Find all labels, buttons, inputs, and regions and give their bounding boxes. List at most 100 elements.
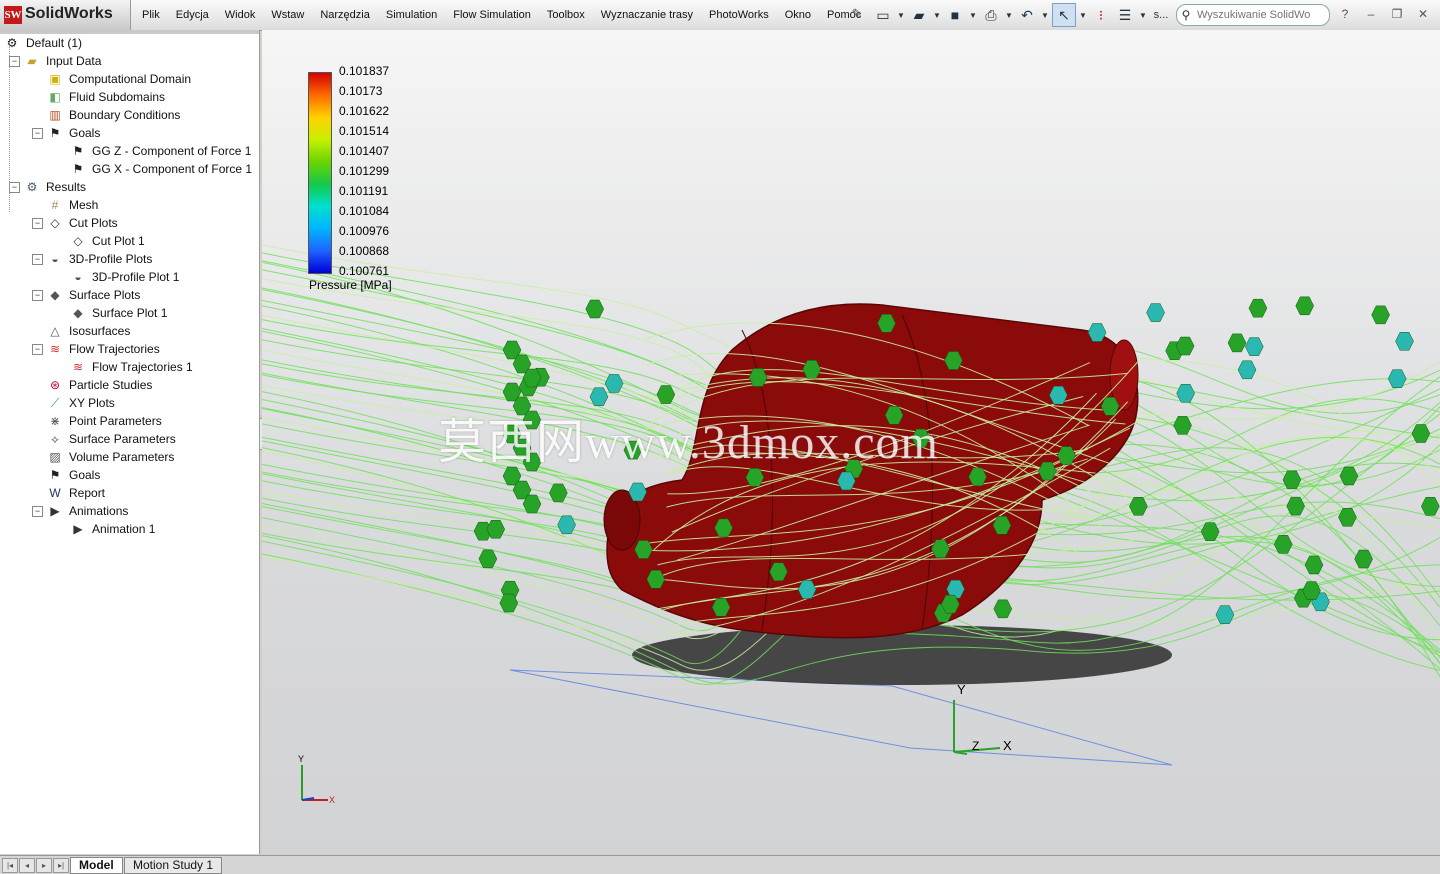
tree-item[interactable]: − ▰ Input Data: [9, 52, 101, 70]
toolbar-overflow[interactable]: s...: [1150, 4, 1172, 26]
tree-item-label: Goals: [69, 126, 101, 140]
tree-item[interactable]: ⟋ XY Plots: [47, 394, 115, 412]
tree-item[interactable]: ▣ Computational Domain: [47, 70, 191, 88]
open-folder-icon[interactable]: ▰: [908, 4, 930, 26]
animation-icon: ▶: [73, 522, 83, 536]
menu-item-3[interactable]: Wstaw: [263, 0, 312, 30]
prev-tab-icon[interactable]: ◂: [19, 858, 35, 873]
chevron-down-icon[interactable]: ▼: [1004, 4, 1014, 26]
tree-item[interactable]: ◆ Surface Plot 1: [70, 304, 167, 322]
menu-item-5[interactable]: Simulation: [378, 0, 445, 30]
help-icon[interactable]: ?: [1334, 4, 1356, 24]
traffic-light-icon[interactable]: ⁝: [1090, 4, 1112, 26]
tree-item[interactable]: ◧ Fluid Subdomains: [47, 88, 165, 106]
pin-icon[interactable]: ✎: [848, 6, 866, 24]
chevron-down-icon[interactable]: ▼: [1138, 4, 1148, 26]
tree-root-label: Default (1): [26, 36, 83, 50]
tree-item[interactable]: − ▶ Animations: [32, 502, 128, 520]
solidworks-logo-icon: SW: [4, 6, 22, 24]
print-icon[interactable]: ⎙: [980, 4, 1002, 26]
menu-item-7[interactable]: Toolbox: [539, 0, 593, 30]
tree-item[interactable]: − ◒ 3D-Profile Plots: [32, 250, 152, 268]
chevron-down-icon[interactable]: ▼: [1040, 4, 1050, 26]
menu-item-8[interactable]: Wyznaczanie trasy: [593, 0, 701, 30]
search-input[interactable]: [1195, 8, 1317, 22]
tree-item[interactable]: − ◆ Surface Plots: [32, 286, 140, 304]
trajectory-marker: [1338, 508, 1357, 527]
tree-item[interactable]: ⋇ Point Parameters: [47, 412, 162, 430]
tree-item[interactable]: W Report: [47, 484, 105, 502]
tree-item[interactable]: ≋ Flow Trajectories 1: [70, 358, 193, 376]
tree-item[interactable]: ⟡ Surface Parameters: [47, 430, 176, 448]
tree-root[interactable]: ⚙ Default (1): [4, 34, 82, 52]
collapse-icon[interactable]: −: [32, 290, 43, 301]
trajectory-marker: [1176, 384, 1195, 403]
menu-item-4[interactable]: Narzędzia: [312, 0, 378, 30]
search-box[interactable]: ⚲: [1176, 4, 1330, 26]
menu-item-6[interactable]: Flow Simulation: [445, 0, 539, 30]
menu-item-10[interactable]: Okno: [777, 0, 819, 30]
collapse-icon[interactable]: −: [32, 254, 43, 265]
menu-item-9[interactable]: PhotoWorks: [701, 0, 777, 30]
collapse-icon[interactable]: −: [32, 128, 43, 139]
select-arrow-icon[interactable]: ↖: [1052, 3, 1076, 27]
chevron-down-icon[interactable]: ▼: [1078, 4, 1088, 26]
collapse-icon[interactable]: −: [32, 506, 43, 517]
axis-label-z: Z: [972, 739, 979, 753]
trajectory-marker: [1237, 360, 1257, 380]
tree-item-label: Goals: [69, 468, 101, 482]
close-icon[interactable]: ✕: [1412, 4, 1434, 24]
report-icon: W: [49, 486, 61, 500]
tree-item[interactable]: ⚑ GG X - Component of Force 1: [70, 160, 252, 178]
tree-item[interactable]: − ≋ Flow Trajectories: [32, 340, 160, 358]
menu-item-0[interactable]: Plik: [134, 0, 168, 30]
legend-title: Pressure [MPa]: [309, 278, 392, 292]
undo-icon[interactable]: ↶: [1016, 4, 1038, 26]
chevron-down-icon[interactable]: ▼: [932, 4, 942, 26]
color-scale-bar: [308, 72, 332, 274]
new-document-icon[interactable]: ▭: [872, 4, 894, 26]
first-tab-icon[interactable]: |◂: [2, 858, 18, 873]
save-icon[interactable]: ■: [944, 4, 966, 26]
tree-item[interactable]: # Mesh: [47, 196, 99, 214]
tree-item[interactable]: − ⚙ Results: [9, 178, 87, 196]
tree-item[interactable]: − ◇ Cut Plots: [32, 214, 118, 232]
tree-item-label: Point Parameters: [69, 414, 162, 428]
trajectory-marker: [1421, 497, 1440, 516]
checkered-flag-icon: ⚑: [72, 162, 84, 176]
results-icon: ⚙: [26, 180, 38, 194]
tree-item[interactable]: ▨ Volume Parameters: [47, 448, 174, 466]
options-icon[interactable]: ☰: [1114, 4, 1136, 26]
tree-item[interactable]: ◒ 3D-Profile Plot 1: [70, 268, 179, 286]
subdomain-icon: ◧: [49, 90, 61, 104]
tree-item[interactable]: ◇ Cut Plot 1: [70, 232, 144, 250]
folder-icon: ▰: [27, 54, 37, 68]
graphics-area[interactable]: Y Z X Y X 0.101837 0.10173 0.101622 0.101514 0.1…: [262, 30, 1440, 854]
collapse-icon[interactable]: −: [32, 344, 43, 355]
tree-item[interactable]: ⊛ Particle Studies: [47, 376, 152, 394]
menu-item-1[interactable]: Edycja: [168, 0, 217, 30]
chevron-down-icon[interactable]: ▼: [896, 4, 906, 26]
tree-item-label: Results: [46, 180, 87, 194]
tree-item[interactable]: ▶ Animation 1: [70, 520, 155, 538]
app-logo[interactable]: SW SolidWorks: [0, 0, 131, 30]
chevron-down-icon[interactable]: ▼: [968, 4, 978, 26]
minimize-icon[interactable]: –: [1360, 4, 1382, 24]
search-icon[interactable]: ⚲: [1177, 8, 1195, 22]
tree-item[interactable]: ▥ Boundary Conditions: [47, 106, 180, 124]
tree-item[interactable]: ⚑ GG Z - Component of Force 1: [70, 142, 252, 160]
tree-item[interactable]: △ Isosurfaces: [47, 322, 130, 340]
restore-icon[interactable]: ❐: [1386, 4, 1408, 24]
configuration-icon: ⚙: [6, 36, 18, 50]
next-tab-icon[interactable]: ▸: [36, 858, 52, 873]
collapse-icon[interactable]: −: [32, 218, 43, 229]
trajectory-marker: [1273, 535, 1293, 554]
tab-motion-study[interactable]: Motion Study 1: [124, 857, 223, 874]
tab-model[interactable]: Model: [70, 857, 123, 874]
mini-axis-label-x: X: [329, 795, 335, 805]
tree-item[interactable]: ⚑ Goals: [47, 466, 101, 484]
tree-item[interactable]: − ⚑ Goals: [32, 124, 101, 142]
tree-item-label: GG X - Component of Force 1: [92, 162, 253, 176]
menu-item-2[interactable]: Widok: [217, 0, 264, 30]
last-tab-icon[interactable]: ▸|: [53, 858, 69, 873]
